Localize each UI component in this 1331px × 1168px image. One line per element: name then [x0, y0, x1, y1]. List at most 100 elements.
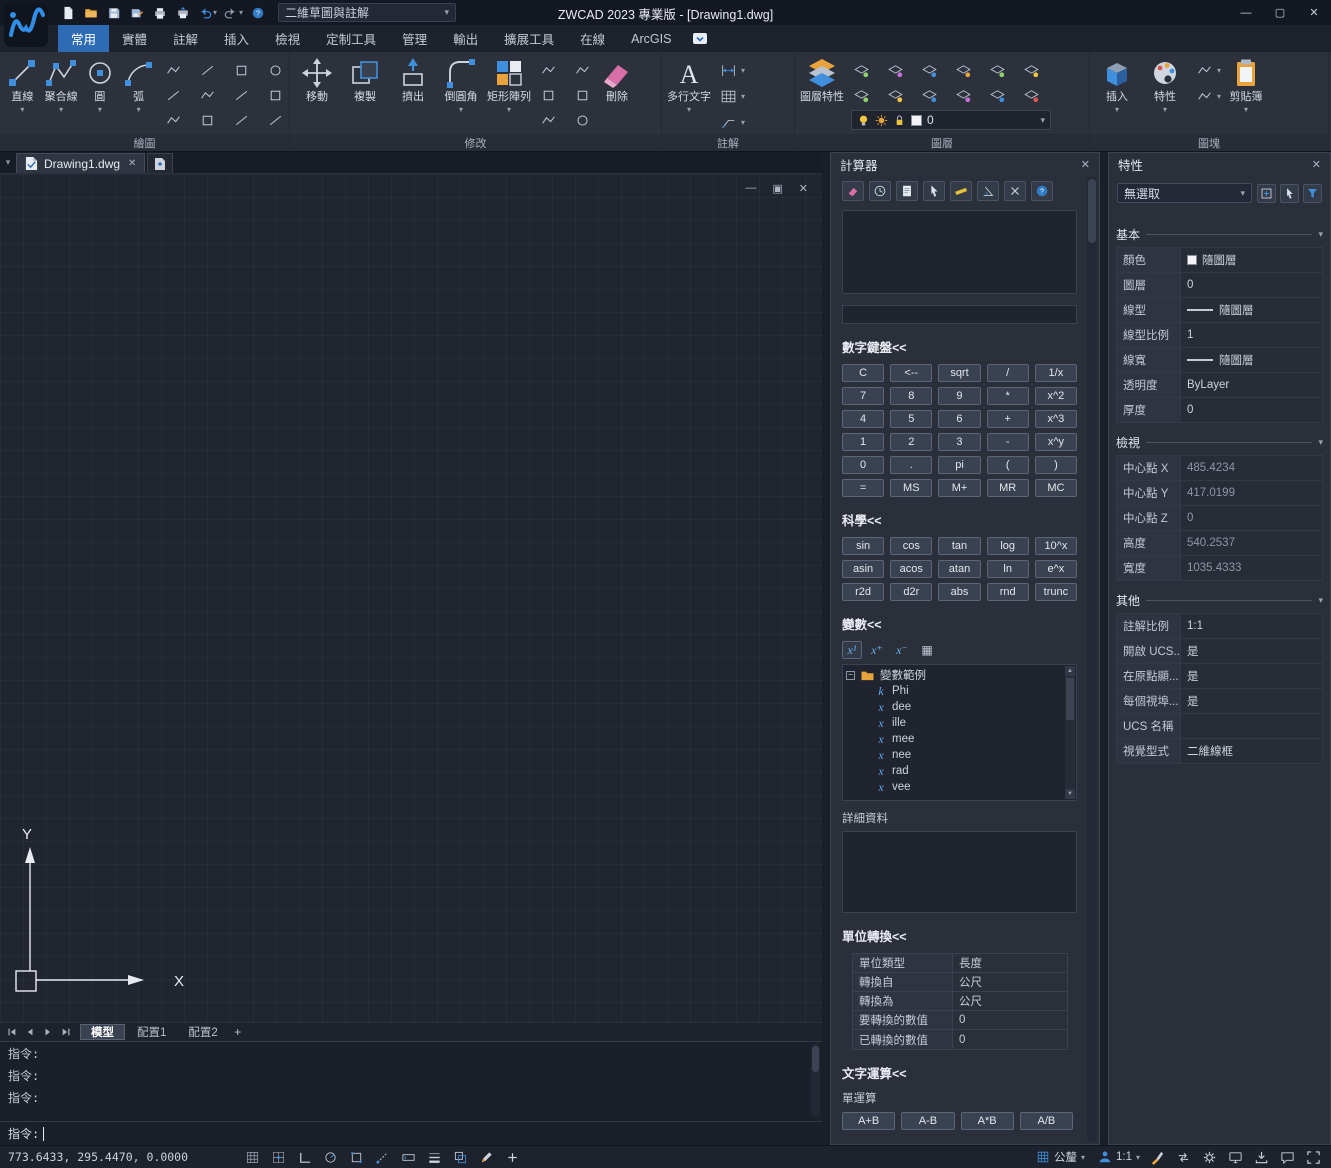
multi-point-icon[interactable] [197, 60, 217, 80]
sci-key-cos[interactable]: cos [890, 537, 932, 555]
numpad-key-pi[interactable]: pi [938, 456, 980, 474]
numpad-key-2[interactable]: 2 [890, 433, 932, 451]
unit-row-value[interactable]: 公尺 [953, 992, 1067, 1010]
layout-tab-1[interactable]: 配置1 [127, 1024, 176, 1040]
sci-key-sin[interactable]: sin [842, 537, 884, 555]
construction-line-icon[interactable] [231, 110, 251, 130]
rotate-icon[interactable] [538, 60, 558, 80]
button-polyline-icon[interactable]: 聚合線▾ [43, 55, 80, 114]
region-icon[interactable] [231, 85, 251, 105]
property-value[interactable]: ByLayer [1181, 373, 1322, 397]
layout-last-icon[interactable] [58, 1025, 74, 1040]
select-objects-icon[interactable] [1280, 184, 1299, 203]
numpad-key-key[interactable]: <-- [890, 364, 932, 382]
layout-first-icon[interactable] [4, 1025, 20, 1040]
selection-cycling-icon[interactable] [451, 1149, 470, 1166]
unit-row-value[interactable]: 0 [953, 1030, 1067, 1049]
sci-key-r2d[interactable]: r2d [842, 583, 884, 601]
numpad-key-ms[interactable]: MS [890, 479, 932, 497]
property-value[interactable]: 1 [1181, 323, 1322, 347]
sci-key-rnd[interactable]: rnd [987, 583, 1029, 601]
numpad-key-x-2[interactable]: x^2 [1035, 387, 1077, 405]
numpad-key-c[interactable]: C [842, 364, 884, 382]
sci-key-d2r[interactable]: d2r [890, 583, 932, 601]
layer-isolate-icon[interactable] [851, 85, 871, 105]
scale-icon[interactable] [538, 85, 558, 105]
numpad-key-m[interactable]: M+ [938, 479, 980, 497]
button-erase-icon[interactable]: 刪除 [594, 55, 640, 104]
numpad-key-key[interactable]: . [890, 456, 932, 474]
grid-display-icon[interactable] [243, 1149, 262, 1166]
scrollbar-thumb[interactable] [812, 1046, 819, 1072]
calc-delete-icon[interactable] [1004, 181, 1026, 201]
property-value[interactable]: 0 [1181, 398, 1322, 422]
close-button[interactable]: ✕ [1297, 0, 1331, 25]
document-tab[interactable]: Drawing1.dwg ✕ [16, 153, 145, 173]
help-icon[interactable]: ? [248, 4, 268, 22]
property-value[interactable]: 1035.4333 [1181, 556, 1322, 580]
property-value[interactable]: 1:1 [1181, 614, 1322, 638]
variables-section-title[interactable]: 變數<< [842, 614, 1077, 633]
command-scrollbar[interactable] [811, 1044, 820, 1117]
tab-key[interactable]: 擴展工具 [491, 25, 567, 52]
numpad-key-5[interactable]: 5 [890, 410, 932, 428]
switch-windows-icon[interactable] [1174, 1149, 1193, 1166]
download-icon[interactable] [1252, 1149, 1271, 1166]
scientific-section-title[interactable]: 科學<< [842, 510, 1077, 529]
workspace-dropdown[interactable]: 二維草圖與註解 ▾ [278, 3, 456, 22]
property-value[interactable]: 隨圖層 [1181, 248, 1322, 272]
snap-mode-icon[interactable] [269, 1149, 288, 1166]
text-op-a-b[interactable]: A/B [1020, 1112, 1073, 1130]
tree-root-row[interactable]: −變數範例 [846, 667, 1063, 683]
properties-close-icon[interactable]: ✕ [1312, 158, 1321, 171]
calc-paper-icon[interactable] [896, 181, 918, 201]
tab-key[interactable]: 實體 [109, 25, 160, 52]
tab-key[interactable]: 註解 [160, 25, 211, 52]
calculator-scrollbar[interactable] [1087, 177, 1097, 1142]
tree-scrollbar[interactable]: ▲ ▼ [1065, 666, 1075, 799]
numpad-key-9[interactable]: 9 [938, 387, 980, 405]
zwcad-logo-icon[interactable] [3, 2, 49, 49]
dimension-icon[interactable] [718, 60, 738, 80]
scrollbar-thumb[interactable] [1066, 678, 1074, 720]
paste-icon[interactable] [1194, 86, 1214, 106]
selection-dropdown[interactable]: 無選取 ▾ [1117, 183, 1252, 203]
numpad-key-3[interactable]: 3 [938, 433, 980, 451]
layer-dropdown[interactable]: 0▾ [851, 110, 1051, 130]
numpad-key-mr[interactable]: MR [987, 479, 1029, 497]
edit-variable-icon[interactable]: x⁺ [867, 641, 887, 659]
numpad-key-1-x[interactable]: 1/x [1035, 364, 1077, 382]
calc-measure-distance-icon[interactable] [950, 181, 972, 201]
calculator-close-icon[interactable]: ✕ [1081, 158, 1090, 171]
layer-off-icon[interactable] [851, 60, 871, 80]
tab-key[interactable]: 檢視 [262, 25, 313, 52]
lineweight-display-icon[interactable] [425, 1149, 444, 1166]
text-op-a-b[interactable]: A*B [961, 1112, 1014, 1130]
calc-clear-icon[interactable] [842, 181, 864, 201]
button-layer-properties-icon[interactable]: 圖層特性 [799, 55, 845, 104]
layer-thaw-icon[interactable] [953, 60, 973, 80]
trim-icon[interactable] [572, 85, 592, 105]
variable-item-vee[interactable]: xvee [846, 779, 1063, 795]
property-value[interactable]: 隨圖層 [1181, 298, 1322, 322]
sci-key-atan[interactable]: atan [938, 560, 980, 578]
dynamic-input-icon[interactable] [399, 1149, 418, 1166]
calc-history-icon[interactable] [869, 181, 891, 201]
calculator-input[interactable] [842, 305, 1077, 324]
ray-icon[interactable] [197, 110, 217, 130]
button-arc-icon[interactable]: 弧▾ [120, 55, 157, 114]
numpad-key-x-3[interactable]: x^3 [1035, 410, 1077, 428]
numpad-key-0[interactable]: 0 [842, 456, 884, 474]
numpad-key-1[interactable]: 1 [842, 433, 884, 451]
scrollbar-thumb[interactable] [1088, 179, 1096, 243]
layer-merge-icon[interactable] [1021, 85, 1041, 105]
units-section-title[interactable]: 單位轉換<< [842, 926, 1077, 945]
section-header[interactable]: 基本▾ [1116, 221, 1323, 247]
doc-restore-icon[interactable]: ▣ [772, 182, 782, 195]
calc-measure-angle-icon[interactable] [977, 181, 999, 201]
maximize-button[interactable]: ▢ [1263, 0, 1297, 25]
unit-row-value[interactable]: 0 [953, 1011, 1067, 1029]
section-header[interactable]: 其他▾ [1116, 587, 1323, 613]
property-value[interactable]: 是 [1181, 639, 1322, 663]
polar-tracking-icon[interactable] [321, 1149, 340, 1166]
